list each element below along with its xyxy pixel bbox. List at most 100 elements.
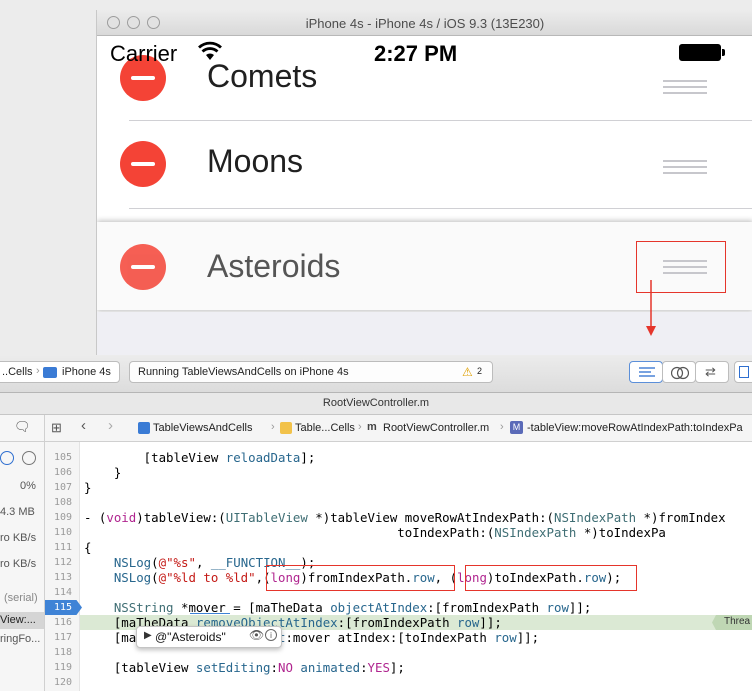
- code-line: [tableView setEditing:NO animated:YES];: [84, 660, 405, 675]
- annotation-arrow-icon: [646, 280, 656, 336]
- line-number: 106: [53, 467, 72, 478]
- navigator-toggle-button[interactable]: [734, 361, 752, 383]
- version-editor-button[interactable]: ⇄: [695, 361, 729, 383]
- line-number: 108: [53, 497, 72, 508]
- lines-icon: [639, 367, 655, 377]
- warning-icon[interactable]: ⚠: [462, 365, 473, 379]
- chevron-right-icon: ›: [271, 421, 275, 433]
- line-number: 111: [53, 542, 72, 553]
- navigator-tabbar: 🗨: [0, 415, 45, 442]
- chevron-right-icon: ›: [500, 421, 504, 433]
- battery-icon: [679, 44, 721, 61]
- line-number: 114: [53, 587, 72, 598]
- carrier-label: Carrier: [110, 41, 178, 66]
- breadcrumb-group[interactable]: Table...Cells: [295, 422, 355, 434]
- row-label: Asteroids: [207, 248, 341, 284]
- selected-frame-row[interactable]: View:...: [0, 612, 44, 629]
- disk-value: ro KB/s: [0, 532, 37, 544]
- swap-arrows-icon: ⇄: [705, 364, 716, 379]
- reorder-grip-icon[interactable]: [663, 80, 707, 94]
- project-icon: [138, 422, 150, 434]
- breadcrumb-method[interactable]: -tableView:moveRowAtIndexPath:toIndexPa: [527, 422, 743, 434]
- gauge-icon[interactable]: [0, 451, 14, 465]
- speech-bubble-icon[interactable]: 🗨: [14, 419, 31, 435]
- editor-file-title: RootViewController.m: [322, 397, 430, 409]
- code-line: {: [84, 540, 92, 555]
- editor-title-bar: RootViewController.m: [0, 393, 752, 415]
- variable-underline: [190, 613, 230, 614]
- info-icon[interactable]: i: [265, 629, 277, 641]
- clock-label: 2:27 PM: [374, 41, 458, 66]
- thread-badge[interactable]: Threa: [712, 615, 752, 630]
- code-line: NSString *mover = [maTheData objectAtInd…: [113, 600, 592, 615]
- xcode-window: ..Cells › iPhone 4s Running TableViewsAn…: [0, 355, 752, 691]
- device-label: iPhone 4s: [62, 366, 111, 378]
- line-number: 107: [53, 482, 72, 493]
- line-number: 118: [53, 647, 72, 658]
- line-number: 117: [53, 632, 72, 643]
- assistant-editor-button[interactable]: [662, 361, 696, 383]
- line-number: 109: [53, 512, 72, 523]
- method-icon: M: [510, 421, 523, 434]
- warning-count: 2: [477, 366, 483, 376]
- panel-icon: [739, 366, 749, 378]
- thread-badge-label: Threa: [724, 616, 751, 627]
- scheme-selector[interactable]: ..Cells › iPhone 4s: [0, 361, 120, 383]
- chevron-right-icon: ›: [358, 421, 362, 433]
- debug-navigator: 🗨 0% 4.3 MB ro KB/s ro KB/s (serial) Vie…: [0, 415, 45, 691]
- annotation-box-from-row: [266, 565, 455, 591]
- breadcrumb-file[interactable]: RootViewController.m: [383, 422, 489, 434]
- code-line: - (void)tableView:(UITableView *)tableVi…: [84, 510, 726, 525]
- line-number: 116: [53, 617, 72, 628]
- code-line: }: [84, 465, 122, 480]
- scheme-label: ..Cells: [2, 366, 33, 378]
- eye-icon[interactable]: 👁: [249, 628, 264, 642]
- code-line: [tableView reloadData];: [84, 450, 316, 465]
- disclosure-triangle-icon[interactable]: ▶: [144, 630, 152, 641]
- code-line: }: [84, 480, 92, 495]
- forward-arrow-icon[interactable]: ›: [108, 417, 113, 434]
- line-number: 115: [53, 602, 72, 613]
- wifi-icon: [198, 41, 222, 60]
- line-number: 119: [53, 662, 72, 673]
- assistant-rings-icon: [671, 366, 689, 380]
- activity-status-view: Running TableViewsAndCells on iPhone 4s …: [129, 361, 493, 383]
- chevron-right-icon: ›: [36, 365, 40, 377]
- table-row-moons[interactable]: Moons: [97, 121, 752, 207]
- variable-popover[interactable]: ▶ @"Asteroids" 👁 i: [136, 626, 282, 648]
- memory-value: 4.3 MB: [0, 506, 35, 518]
- line-number: 112: [53, 557, 72, 568]
- frame-label: View:...: [0, 614, 36, 626]
- jump-bar: ⊞ ‹ › TableViewsAndCells › Table...Cells…: [45, 415, 752, 442]
- xcode-toolbar: ..Cells › iPhone 4s Running TableViewsAn…: [0, 355, 752, 393]
- cpu-value: 0%: [20, 480, 36, 492]
- simulator-titlebar: iPhone 4s - iPhone 4s / iOS 9.3 (13E230): [97, 10, 752, 36]
- network-value: ro KB/s: [0, 558, 37, 570]
- objc-file-icon: m: [367, 421, 377, 433]
- delete-button[interactable]: [120, 244, 166, 290]
- standard-editor-button[interactable]: [629, 361, 663, 383]
- row-separator: [129, 208, 752, 209]
- delete-button[interactable]: [120, 141, 166, 187]
- reorder-grip-icon[interactable]: [663, 160, 707, 174]
- thread-queue-label: (serial): [4, 592, 38, 604]
- folder-icon: [280, 422, 292, 434]
- activity-status-text: Running TableViewsAndCells on iPhone 4s: [138, 366, 349, 378]
- breadcrumb-project[interactable]: TableViewsAndCells: [153, 422, 252, 434]
- line-number: 120: [53, 677, 72, 688]
- related-items-grid-icon[interactable]: ⊞: [51, 420, 62, 436]
- line-number: 113: [53, 572, 72, 583]
- row-label: Moons: [207, 143, 304, 179]
- code-line: toIndexPath:(NSIndexPath *)toIndexPa: [84, 525, 666, 540]
- annotation-box-to-row: [465, 565, 637, 591]
- back-arrow-icon[interactable]: ‹: [81, 417, 86, 434]
- device-icon: [43, 367, 57, 378]
- line-number: 110: [53, 527, 72, 538]
- simulator-window-title: iPhone 4s - iPhone 4s / iOS 9.3 (13E230): [305, 16, 545, 31]
- frame-label-2: ringFo...: [0, 633, 41, 645]
- line-number: 105: [53, 452, 72, 463]
- status-bar: Carrier 2:27 PM: [97, 36, 752, 66]
- battery-tip: [722, 49, 725, 56]
- popover-value: @"Asteroids": [155, 630, 226, 644]
- threads-icon[interactable]: [22, 451, 36, 465]
